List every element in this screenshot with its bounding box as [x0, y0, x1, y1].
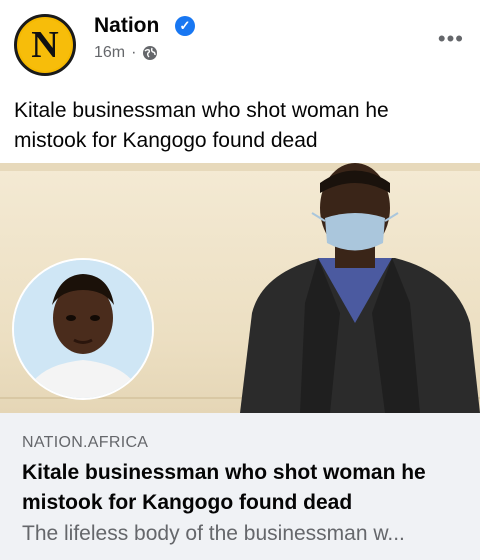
post-header: N Nation ✓ 16m · ••• [0, 0, 480, 90]
link-preview-image[interactable] [0, 163, 480, 413]
page-avatar[interactable]: N [14, 14, 76, 76]
post-timestamp[interactable]: 16m [94, 44, 125, 62]
globe-icon [143, 46, 158, 60]
meta-separator: · [131, 44, 137, 61]
page-name-link[interactable]: Nation [94, 14, 159, 38]
link-title[interactable]: Kitale businessman who shot woman he mis… [22, 458, 472, 518]
post-meta: 16m · [94, 44, 158, 62]
portrait-illustration [14, 260, 152, 398]
post-caption: Kitale businessman who shot woman he mis… [14, 99, 389, 152]
more-options-icon[interactable]: ••• [438, 26, 464, 52]
link-description: The lifeless body of the businessman w..… [22, 522, 405, 545]
avatar-logo: N [19, 19, 71, 71]
verified-badge-icon: ✓ [175, 16, 195, 36]
inset-portrait [12, 258, 154, 400]
link-domain: NATION.AFRICA [22, 434, 149, 451]
